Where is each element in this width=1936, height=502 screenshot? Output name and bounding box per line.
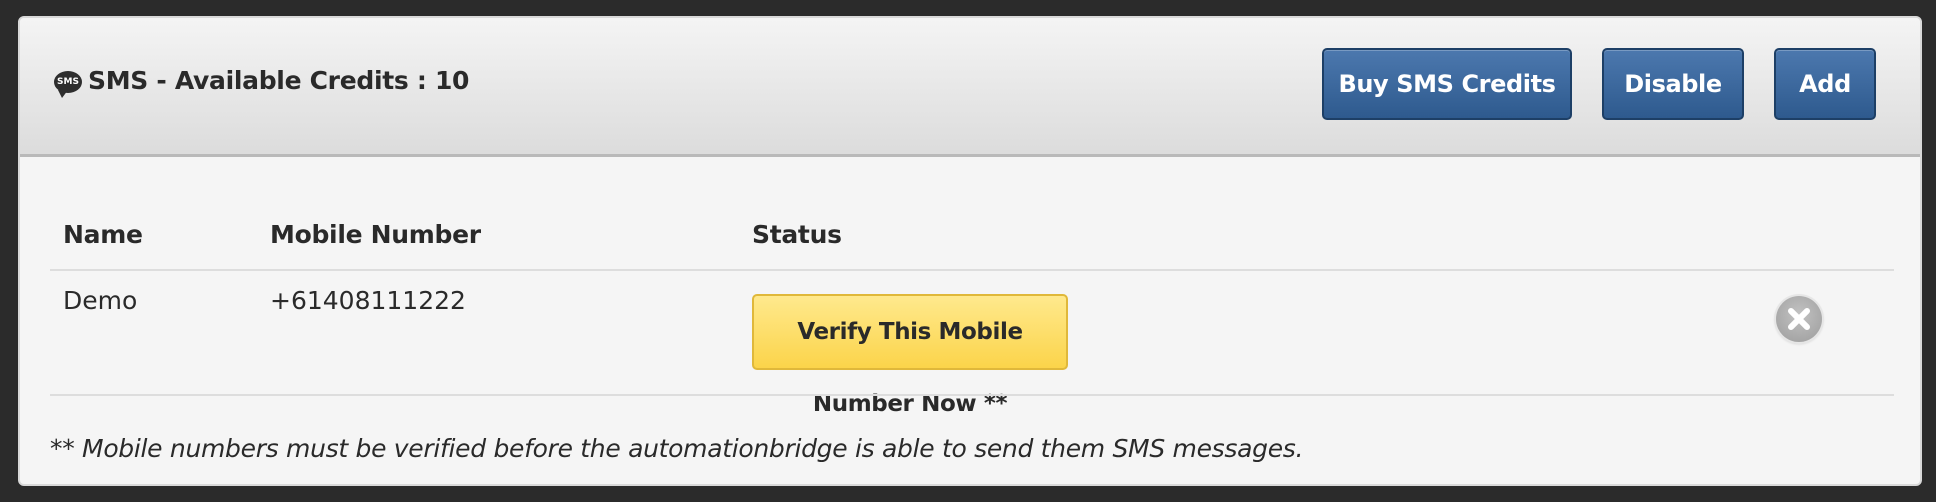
column-header-status: Status <box>752 220 842 249</box>
column-header-mobile-number: Mobile Number <box>270 220 481 249</box>
sms-bubble-icon: SMS <box>54 71 82 98</box>
panel-title: SMS - Available Credits : 10 <box>88 66 470 95</box>
verify-mobile-number-button[interactable]: Verify This Mobile Number Now ** <box>752 294 1068 417</box>
sms-panel: SMS SMS - Available Credits : 10 Buy SMS… <box>18 16 1922 486</box>
row-divider <box>50 394 1894 396</box>
row-name: Demo <box>63 286 138 315</box>
buy-sms-credits-button[interactable]: Buy SMS Credits <box>1322 48 1572 120</box>
header-divider <box>50 269 1894 271</box>
remove-circle-icon[interactable] <box>1776 296 1822 342</box>
column-header-name: Name <box>63 220 143 249</box>
row-mobile-number: +61408111222 <box>270 286 466 315</box>
add-button[interactable]: Add <box>1774 48 1876 120</box>
verification-footnote: ** Mobile numbers must be verified befor… <box>50 434 1304 463</box>
disable-button[interactable]: Disable <box>1602 48 1744 120</box>
panel-header: SMS SMS - Available Credits : 10 Buy SMS… <box>20 18 1920 157</box>
